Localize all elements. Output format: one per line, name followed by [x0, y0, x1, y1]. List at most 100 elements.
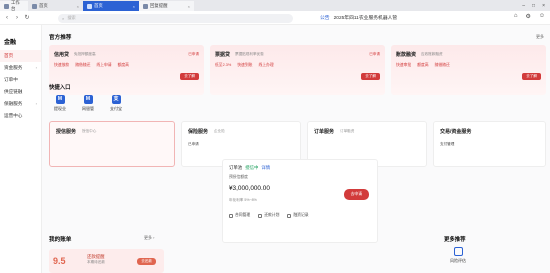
- app-icon: [4, 3, 9, 9]
- quick-item[interactable]: 支支付宝: [106, 95, 126, 112]
- chevron-right-icon: ›: [35, 65, 37, 70]
- sidebar-item-label: 供应链融: [4, 89, 23, 94]
- rec-card-credit[interactable]: 信用贷 免抵押额度高 已申请 快速放款 随借随还 线上申请 额度高 去了解: [49, 45, 204, 95]
- rec-title: 信用贷: [54, 52, 70, 58]
- rec-tag: 随借随还: [434, 63, 450, 67]
- sidebar-item-supply[interactable]: 供应链融: [0, 86, 41, 98]
- refresh-icon[interactable]: ↻: [22, 14, 32, 21]
- sidebar-item-orders[interactable]: 订单中: [0, 74, 41, 86]
- maximize-icon[interactable]: □: [532, 3, 535, 9]
- risk-icon: [453, 247, 463, 256]
- plan-link[interactable]: 还款计划: [258, 213, 279, 218]
- app-icon: [87, 3, 92, 9]
- home-icon[interactable]: ⌂: [514, 13, 518, 20]
- close-icon[interactable]: ×: [133, 4, 135, 9]
- rec-button[interactable]: 去了解: [180, 73, 199, 80]
- tab-bar: 工作台 首页 × 首页 × 回复提醒 × – □ ×: [0, 0, 550, 11]
- tab-home-1[interactable]: 首页 ×: [28, 1, 83, 11]
- more-link[interactable]: 更多: [536, 34, 544, 40]
- sidebar-item-operations[interactable]: 运营中心: [0, 110, 41, 122]
- main-content: 官方推荐 更多 信用贷 免抵押额度高 已申请 快速放款 随借随还 线上申请 额度…: [42, 25, 550, 273]
- withdraw-icon: M: [55, 95, 65, 104]
- rec-tag: 额度高: [417, 63, 429, 67]
- close-icon[interactable]: ×: [188, 4, 190, 9]
- credit-card-footer: 合同管理 还款计划 融资记录: [229, 213, 309, 218]
- rec-card-receivable[interactable]: 账款融资 应收账款融资 快速审批 额度高 随借随还 去了解: [391, 45, 546, 95]
- quick-item[interactable]: M 网银管: [78, 95, 98, 112]
- contract-link[interactable]: 合同管理: [229, 213, 250, 218]
- sidebar-item-label: 资金服务: [4, 65, 23, 70]
- quick-entry-title: 快捷入口: [49, 85, 71, 91]
- repay-button[interactable]: 去还款: [137, 258, 156, 265]
- tab-workbench[interactable]: 工作台: [0, 0, 28, 11]
- service-line: 支付管理: [440, 142, 455, 146]
- back-icon[interactable]: ‹: [2, 15, 12, 21]
- document-icon: [229, 213, 233, 218]
- rec-badge: 已申请: [188, 52, 199, 56]
- app-icon: [143, 3, 148, 9]
- sidebar-item-label: 保融服务: [4, 101, 23, 106]
- more-recs-title: 更多推荐: [444, 237, 466, 243]
- alipay-icon: 支: [111, 95, 121, 104]
- records-link[interactable]: 融资记录: [287, 213, 309, 218]
- header-tools: ⌂ ⚙ ☺: [514, 13, 545, 20]
- search-input[interactable]: ⌕ 搜索: [58, 13, 293, 23]
- tab-home-2[interactable]: 首页 ×: [83, 1, 139, 11]
- footer-label: 还款计划: [264, 213, 280, 217]
- sidebar-logo: 金融: [4, 40, 17, 46]
- close-window-icon[interactable]: ×: [542, 3, 545, 9]
- sidebar-item-home[interactable]: 首页: [0, 50, 41, 62]
- notice-text: 2025年四11农业服务机器人管: [333, 16, 398, 21]
- credit-detail-card: 订单池 授信中 详情 预授信额度 ¥3,000,000.00 年化利率 5%~8…: [222, 159, 378, 243]
- quick-item-label: 支付宝: [110, 106, 122, 111]
- rec-tag: 线上申请: [96, 63, 112, 67]
- amount-value: ¥3,000,000.00: [229, 185, 270, 192]
- rate-text: 年化利率 5%~8%: [229, 198, 257, 202]
- official-title: 官方推荐: [49, 35, 72, 41]
- more-link[interactable]: 更多 ›: [144, 235, 154, 241]
- footer-label: 融资记录: [293, 213, 309, 217]
- rec-tag: 额度高: [117, 63, 129, 67]
- rec-card-bill[interactable]: 票据贷 票据贴现利率优惠 已申请 低至2.3% 快速到账 线上办理 去了解: [210, 45, 385, 95]
- tab-label: 首页: [39, 3, 48, 8]
- rec-tag: 低至2.3%: [215, 63, 232, 67]
- settings-icon[interactable]: ⚙: [525, 13, 530, 20]
- apply-button[interactable]: 去申请: [343, 189, 369, 200]
- service-title: 订单服务: [314, 129, 335, 135]
- service-line: 已申请: [188, 142, 199, 146]
- sidebar-item-label: 首页: [4, 53, 14, 58]
- rec-button[interactable]: 去了解: [361, 73, 380, 80]
- notice-tag: 公告: [320, 16, 330, 21]
- user-icon[interactable]: ☺: [539, 13, 545, 20]
- quick-item[interactable]: M 提现业: [50, 95, 70, 112]
- bill-date: 9.5: [53, 256, 66, 266]
- tab-reminders[interactable]: 回复提醒 ×: [139, 1, 194, 11]
- sidebar-item-funds[interactable]: 资金服务 ›: [0, 62, 41, 74]
- tab-label: 回复提醒: [150, 3, 168, 8]
- rec-button[interactable]: 去了解: [522, 73, 541, 80]
- nav-bar: ‹ › ↻ ⌕ 搜索 公告 2025年四11农业服务机器人管 ⌂ ⚙ ☺: [0, 11, 550, 25]
- bill-card[interactable]: 9.5 还款提醒 本期待还款 去还款: [49, 249, 164, 273]
- service-card-credit[interactable]: 授信服务 授信中心: [49, 121, 175, 167]
- rec-badge: 已申请: [369, 52, 380, 56]
- search-placeholder: 搜索: [67, 15, 76, 20]
- minimize-icon[interactable]: –: [522, 3, 525, 9]
- amount-label: 预授信额度: [229, 175, 248, 179]
- rec-tag: 快速审批: [396, 63, 412, 67]
- service-card-trade[interactable]: 交易/资金服务 支付管理: [433, 121, 546, 167]
- close-icon[interactable]: ×: [77, 4, 79, 9]
- sidebar-item-label: 订单中: [4, 77, 18, 82]
- forward-icon[interactable]: ›: [12, 15, 22, 21]
- notice-bar[interactable]: 公告 2025年四11农业服务机器人管: [320, 14, 397, 21]
- more-rec-item[interactable]: 风险评估: [450, 247, 466, 264]
- rec-tags: 快速放款 随借随还 线上申请 额度高: [54, 63, 129, 68]
- detail-link[interactable]: 详情: [261, 165, 270, 171]
- rec-title: 票据贷: [215, 52, 231, 58]
- credit-card-header: 订单池 授信中 详情: [229, 165, 270, 171]
- calendar-icon: [258, 213, 263, 218]
- bank-icon: M: [83, 95, 93, 104]
- rec-tag: 线上办理: [258, 63, 274, 67]
- sidebar-item-insurance[interactable]: 保融服务 ›: [0, 98, 41, 110]
- rec-title: 账款融资: [396, 52, 417, 58]
- rec-tags: 低至2.3% 快速到账 线上办理: [215, 63, 274, 68]
